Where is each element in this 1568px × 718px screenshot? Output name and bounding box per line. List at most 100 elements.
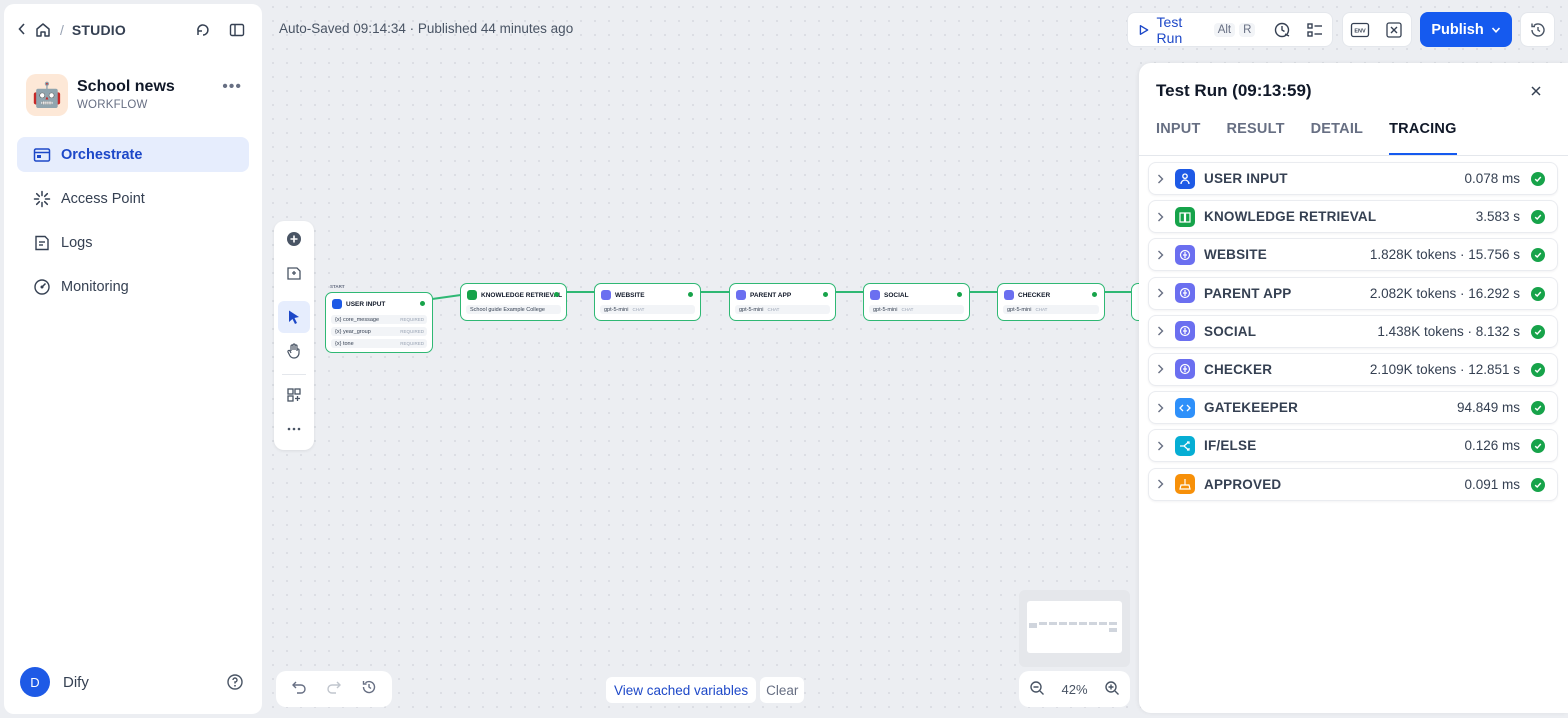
- organize-blocks-icon[interactable]: [282, 383, 306, 407]
- tab-input[interactable]: INPUT: [1156, 121, 1201, 155]
- add-note-icon[interactable]: [282, 261, 306, 285]
- chevron-right-icon[interactable]: [1157, 403, 1166, 413]
- home-icon[interactable]: [34, 21, 52, 39]
- redo-icon[interactable]: [326, 679, 342, 700]
- workflow-node-social[interactable]: SOCIAL gpt-5-mini CHAT: [863, 283, 970, 321]
- trace-meta: 1.828K tokens · 15.756 s: [1369, 247, 1520, 263]
- publish-button[interactable]: Publish: [1420, 12, 1512, 47]
- feedback-icon[interactable]: [194, 21, 212, 39]
- user-input-icon: [332, 299, 342, 309]
- zoom-in-icon[interactable]: [1104, 680, 1120, 699]
- app-type: WORKFLOW: [77, 99, 148, 111]
- trace-item[interactable]: CHECKER 2.109K tokens · 12.851 s: [1148, 352, 1558, 386]
- version-history-icon[interactable]: [1520, 12, 1555, 47]
- chevron-right-icon[interactable]: [1157, 212, 1166, 222]
- chevron-right-icon[interactable]: [1157, 288, 1166, 298]
- workflow-node-checker[interactable]: CHECKER gpt-5-mini CHAT: [997, 283, 1105, 321]
- trace-item[interactable]: USER INPUT 0.078 ms: [1148, 162, 1558, 195]
- workspace-name[interactable]: Dify: [63, 674, 89, 691]
- back-chevron-icon[interactable]: [18, 22, 32, 38]
- panel-title: Test Run (09:13:59): [1156, 81, 1312, 100]
- app-avatar-icon: 🤖: [26, 74, 68, 116]
- more-options-icon[interactable]: •••: [222, 78, 242, 96]
- model-row: gpt-5-mini CHAT: [600, 305, 695, 314]
- llm-icon: [1175, 359, 1195, 380]
- sidebar-item-monitoring[interactable]: Monitoring: [17, 269, 249, 304]
- chevron-right-icon[interactable]: [1157, 441, 1166, 451]
- sidebar-item-label: Access Point: [61, 190, 145, 207]
- test-run-button[interactable]: Test Run Alt R: [1128, 13, 1265, 46]
- trace-name: APPROVED: [1204, 476, 1282, 492]
- chevron-right-icon[interactable]: [1157, 174, 1166, 184]
- zoom-level[interactable]: 42%: [1061, 682, 1087, 697]
- end-icon: [1175, 474, 1195, 494]
- undo-icon[interactable]: [291, 679, 307, 700]
- chevron-right-icon[interactable]: [1157, 326, 1166, 336]
- panel-tabs: INPUT RESULT DETAIL TRACING: [1156, 121, 1483, 155]
- trace-meta: 1.438K tokens · 8.132 s: [1377, 323, 1520, 339]
- trace-item[interactable]: IF/ELSE 0.126 ms: [1148, 429, 1558, 463]
- zoom-out-icon[interactable]: [1029, 680, 1045, 699]
- trace-item[interactable]: GATEKEEPER 94.849 ms: [1148, 391, 1558, 425]
- workflow-node-website[interactable]: WEBSITE gpt-5-mini CHAT: [594, 283, 701, 321]
- checklist-icon[interactable]: [1299, 13, 1332, 47]
- tab-detail[interactable]: DETAIL: [1311, 121, 1363, 155]
- node-title: USER INPUT: [332, 299, 385, 309]
- workflow-node-parent-app[interactable]: PARENT APP gpt-5-mini CHAT: [729, 283, 836, 321]
- help-icon[interactable]: [226, 673, 244, 691]
- collapse-sidebar-icon[interactable]: [228, 21, 246, 39]
- sidebar-item-access-point[interactable]: Access Point: [17, 181, 249, 216]
- run-history-icon[interactable]: [1265, 13, 1298, 47]
- model-row: gpt-5-mini CHAT: [869, 305, 964, 314]
- tab-result[interactable]: RESULT: [1227, 121, 1285, 155]
- minimap[interactable]: [1019, 590, 1130, 667]
- success-indicator: [688, 292, 693, 297]
- divider: [282, 374, 306, 375]
- trace-name: CHECKER: [1204, 361, 1273, 377]
- success-check-icon: [1531, 477, 1545, 492]
- node-title: SOCIAL: [870, 290, 909, 300]
- trace-item[interactable]: WEBSITE 1.828K tokens · 15.756 s: [1148, 238, 1558, 272]
- app-card[interactable]: 🤖 School news WORKFLOW •••: [26, 74, 256, 122]
- conversation-variables-icon[interactable]: [1377, 13, 1411, 47]
- llm-icon: [1175, 321, 1195, 342]
- sidebar-nav: Orchestrate Access Point Logs Monitoring: [17, 137, 249, 313]
- trace-item[interactable]: KNOWLEDGE RETRIEVAL 3.583 s: [1148, 200, 1558, 234]
- avatar[interactable]: D: [20, 667, 50, 697]
- hand-tool-icon[interactable]: [282, 339, 306, 363]
- llm-icon: [1175, 283, 1195, 304]
- success-check-icon: [1531, 439, 1545, 454]
- add-node-icon[interactable]: [282, 227, 306, 251]
- clear-button[interactable]: Clear: [760, 677, 805, 703]
- sidebar: / STUDIO 🤖 School news WORKFLOW ••• Orch…: [4, 4, 262, 714]
- view-cached-variables-button[interactable]: View cached variables: [606, 677, 757, 703]
- user-input-icon: [1175, 168, 1195, 189]
- chevron-right-icon[interactable]: [1157, 364, 1166, 374]
- chevron-right-icon[interactable]: [1157, 250, 1166, 260]
- change-history-icon[interactable]: [361, 679, 377, 700]
- sidebar-item-logs[interactable]: Logs: [17, 225, 249, 260]
- trace-name: IF/ELSE: [1204, 438, 1257, 454]
- trace-meta: 94.849 ms: [1456, 400, 1520, 416]
- trace-meta: 2.109K tokens · 12.851 s: [1369, 361, 1520, 377]
- close-icon[interactable]: [1529, 84, 1543, 98]
- env-variables-icon[interactable]: ENV: [1343, 13, 1377, 47]
- trace-item[interactable]: APPROVED 0.091 ms: [1148, 467, 1558, 501]
- minimap-viewport: [1027, 601, 1122, 653]
- breadcrumb-studio[interactable]: STUDIO: [72, 22, 126, 38]
- workflow-node-knowledge-retrieval[interactable]: KNOWLEDGE RETRIEVAL School guide Example…: [460, 283, 567, 321]
- success-check-icon: [1531, 286, 1545, 301]
- workflow-node-user-input[interactable]: USER INPUT {x} core_message REQUIRED {x} …: [325, 292, 433, 353]
- tab-tracing[interactable]: TRACING: [1389, 121, 1457, 155]
- chevron-right-icon[interactable]: [1157, 479, 1166, 489]
- node-title: WEBSITE: [601, 290, 645, 300]
- more-tools-icon[interactable]: [282, 417, 306, 441]
- trace-item[interactable]: SOCIAL 1.438K tokens · 8.132 s: [1148, 314, 1558, 348]
- success-indicator: [554, 292, 559, 297]
- trace-name: GATEKEEPER: [1204, 400, 1299, 416]
- pointer-tool-icon[interactable]: [278, 301, 310, 333]
- sidebar-item-orchestrate[interactable]: Orchestrate: [17, 137, 249, 172]
- trace-item[interactable]: PARENT APP 2.082K tokens · 16.292 s: [1148, 276, 1558, 310]
- llm-icon: [601, 290, 611, 300]
- shortcut-key: Alt: [1213, 22, 1236, 37]
